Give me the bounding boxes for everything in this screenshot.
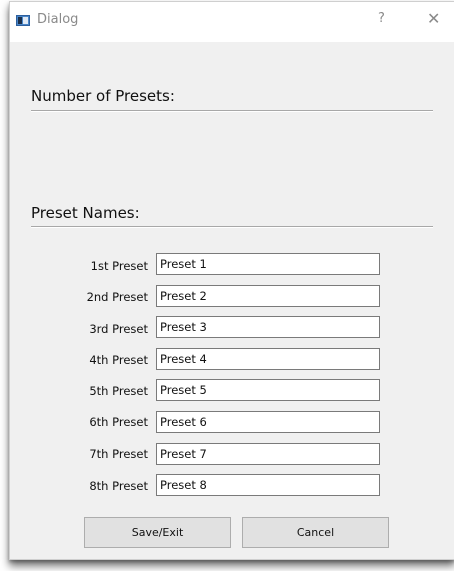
section-divider: [31, 226, 433, 228]
number-of-presets-heading: Number of Presets:: [31, 87, 175, 105]
cancel-button[interactable]: Cancel: [242, 517, 389, 548]
preset-label-6: 6th Preset: [89, 415, 148, 429]
preset-input-7[interactable]: [156, 443, 380, 465]
preset-input-6[interactable]: [156, 411, 380, 433]
preset-label-2: 2nd Preset: [86, 290, 148, 304]
window-title: Dialog: [37, 12, 79, 27]
preset-label-8: 8th Preset: [89, 479, 148, 493]
preset-input-4[interactable]: [156, 348, 380, 370]
preset-input-2[interactable]: [156, 285, 380, 307]
preset-label-5: 5th Preset: [89, 384, 148, 398]
preset-names-heading: Preset Names:: [31, 204, 140, 222]
app-window-icon: [16, 15, 30, 26]
preset-input-3[interactable]: [156, 316, 380, 338]
help-button[interactable]: ?: [378, 11, 385, 26]
preset-label-4: 4th Preset: [89, 353, 148, 367]
preset-label-1: 1st Preset: [90, 259, 148, 273]
preset-input-5[interactable]: [156, 379, 380, 401]
preset-input-1[interactable]: [156, 253, 380, 275]
title-bar: Dialog ? ✕: [10, 2, 454, 42]
preset-label-3: 3rd Preset: [89, 322, 148, 336]
save-exit-button[interactable]: Save/Exit: [84, 517, 231, 548]
dialog-window: Dialog ? ✕ Number of Presets: Preset Nam…: [9, 1, 454, 560]
preset-label-7: 7th Preset: [89, 447, 148, 461]
section-divider: [31, 110, 433, 112]
preset-input-8[interactable]: [156, 474, 380, 496]
close-icon[interactable]: ✕: [427, 9, 440, 28]
